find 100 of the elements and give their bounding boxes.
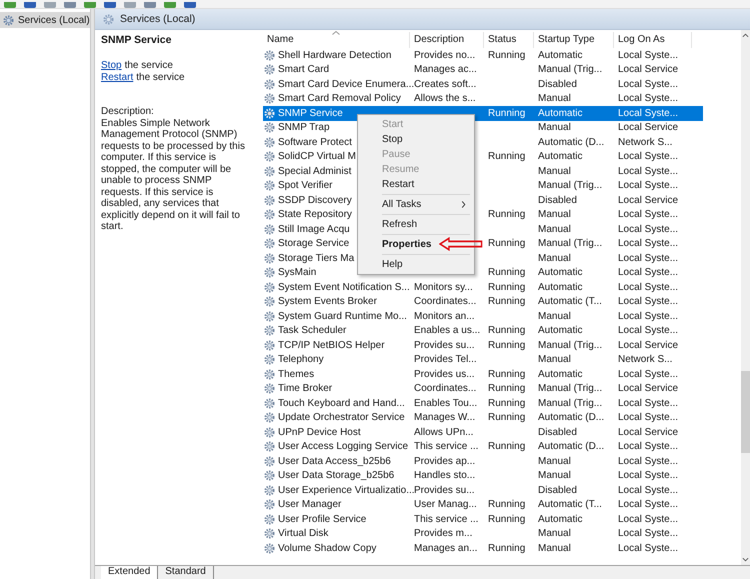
menu-item[interactable]: Restart: [360, 177, 472, 192]
table-cell: Local Syste...: [618, 108, 678, 119]
toolbar-icon[interactable]: [64, 2, 76, 8]
table-cell: Coordinates...: [414, 383, 476, 394]
toolbar-icon[interactable]: [124, 2, 136, 8]
table-cell: Automatic: [538, 368, 582, 380]
gear-icon: [264, 78, 275, 90]
table-cell: Manual: [538, 166, 571, 177]
column-header[interactable]: Name: [263, 32, 410, 48]
gear-icon: [264, 50, 275, 61]
gear-icon: [264, 340, 275, 351]
gear-icon: [264, 398, 275, 409]
table-cell: Allows UPn...: [414, 426, 474, 438]
toolbar-icon[interactable]: [84, 2, 96, 8]
table-cell: Local Syste...: [618, 514, 678, 525]
table-cell: Automatic: [538, 514, 582, 525]
toolbar-icon[interactable]: [104, 2, 116, 8]
scroll-down-icon[interactable]: [742, 557, 749, 562]
toolbar-icon[interactable]: [4, 2, 16, 8]
table-cell: Telephony: [278, 354, 324, 366]
table-cell: System Guard Runtime Mo...: [278, 310, 407, 322]
table-cell: Automatic (D...: [538, 441, 604, 452]
tree-item[interactable]: Services (Local): [0, 12, 90, 28]
toolbar-icon[interactable]: [44, 2, 56, 8]
table-cell: Automatic: [538, 325, 582, 336]
table-cell: SysMain: [278, 267, 316, 278]
table-cell: Touch Keyboard and Hand...: [278, 398, 405, 409]
action-link[interactable]: Stop: [101, 60, 122, 71]
gear-icon: [264, 282, 275, 293]
table-cell: Local Syste...: [618, 398, 678, 409]
gear-icon: [264, 194, 275, 206]
table-cell: Provides no...: [414, 50, 476, 61]
table-cell: Local Syste...: [618, 151, 678, 162]
gear-icon: [264, 441, 275, 452]
toolbar-icon[interactable]: [184, 2, 196, 8]
table-cell: Running: [488, 282, 526, 293]
table-cell: Still Image Acqu: [278, 224, 350, 235]
table-cell: Running: [488, 499, 526, 510]
gear-icon: [264, 325, 275, 336]
table-cell: Provides ap...: [414, 456, 476, 467]
gear-icon: [264, 267, 275, 278]
menu-item[interactable]: Refresh: [360, 217, 472, 232]
table-cell: Automatic (D...: [538, 136, 604, 148]
menu-item[interactable]: Help: [360, 257, 472, 272]
menu-item[interactable]: All Tasks: [360, 197, 472, 212]
column-header[interactable]: Startup Type: [534, 32, 614, 48]
table-cell: User Data Access_b25b6: [278, 456, 391, 467]
table-cell: Monitors sy...: [414, 282, 473, 293]
action-text: the service: [136, 72, 185, 83]
table-cell: Local Syste...: [618, 325, 678, 336]
toolbar-icon[interactable]: [164, 2, 176, 8]
table-cell: Manual (Trig...: [538, 383, 602, 394]
gear-icon: [264, 180, 275, 192]
table-cell: Provides us...: [414, 368, 475, 380]
gear-icon: [264, 456, 275, 467]
table-cell: Manual: [538, 224, 571, 235]
gear-icon: [264, 412, 275, 424]
table-cell: Disabled: [538, 78, 577, 90]
table-cell: Running: [488, 50, 526, 61]
scrollbar[interactable]: [741, 30, 750, 565]
toolbar-icon[interactable]: [144, 2, 156, 8]
table-cell: Manual (Trig...: [538, 180, 602, 192]
gear-icon: [264, 542, 275, 554]
table-cell: Automatic: [538, 282, 582, 293]
table-cell: Local Syste...: [618, 484, 678, 496]
table-cell: Virtual Disk: [278, 528, 328, 540]
table-cell: TCP/IP NetBIOS Helper: [278, 340, 385, 351]
column-header[interactable]: Log On As: [614, 32, 692, 48]
scroll-up-icon[interactable]: [742, 33, 749, 38]
gear-icon: [3, 14, 14, 26]
menu-item[interactable]: Properties: [360, 237, 472, 252]
table-cell: Local Syste...: [618, 166, 678, 177]
gear-icon: [264, 514, 275, 525]
scroll-thumb[interactable]: [741, 371, 750, 453]
menu-item[interactable]: Stop: [360, 132, 472, 147]
view-tab[interactable]: Standard: [158, 566, 214, 579]
table-cell: Local Service: [618, 340, 678, 351]
table-cell: Time Broker: [278, 383, 332, 394]
view-tab[interactable]: Extended: [101, 566, 158, 579]
table-cell: Manages W...: [414, 412, 476, 424]
table-cell: Special Administ: [278, 166, 352, 177]
table-cell: Storage Tiers Ma: [278, 252, 354, 264]
table-cell: Manual (Trig...: [538, 238, 602, 250]
gear-icon: [264, 484, 275, 496]
gear-icon: [264, 64, 275, 76]
toolbar-icon[interactable]: [24, 2, 36, 8]
table-cell: Running: [488, 209, 526, 220]
column-header[interactable]: Description: [410, 32, 484, 48]
column-header[interactable]: Status: [484, 32, 534, 48]
action-link[interactable]: Restart: [101, 72, 134, 83]
table-cell: Spot Verifier: [278, 180, 332, 192]
table-cell: This service ...: [414, 514, 478, 525]
table-cell: User Manager: [278, 499, 342, 510]
pane-title: Services (Local): [120, 13, 196, 25]
table-cell: Local Syste...: [618, 441, 678, 452]
table-cell: Local Syste...: [618, 528, 678, 540]
table-cell: Running: [488, 441, 526, 452]
table-cell: Manual: [538, 354, 571, 366]
table-cell: Local Syste...: [618, 93, 678, 104]
table-cell: Local Syste...: [618, 267, 678, 278]
